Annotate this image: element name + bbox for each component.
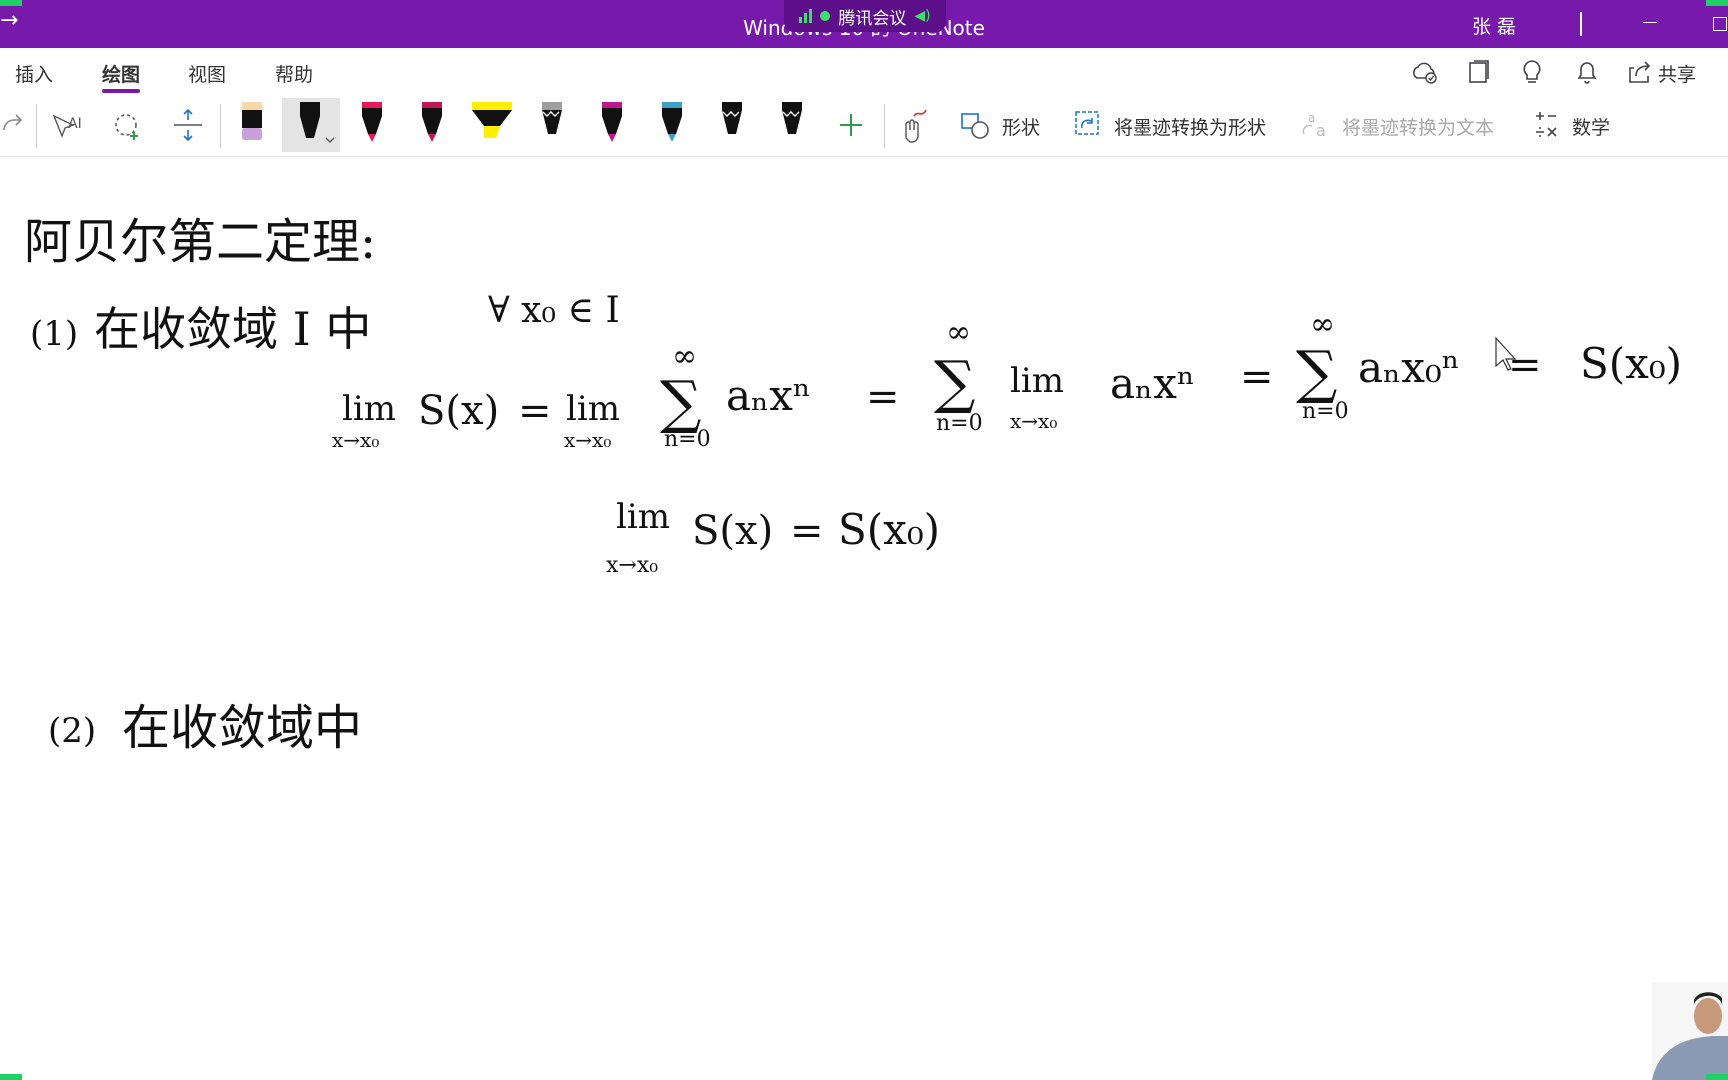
eq1-sum-2: ∑ xyxy=(934,348,975,416)
handwritten-notes: 阿贝尔第二定理: (1) 在收敛域 I 中 ∀ x₀ ∈ I lim x→x₀ … xyxy=(24,214,1682,756)
eq1-term-3: aₙx₀ⁿ xyxy=(1358,343,1460,392)
eq1-sum-1: ∑ xyxy=(660,368,701,436)
eq1-lim-2-sub: x→x₀ xyxy=(564,428,611,452)
webcam-thumbnail xyxy=(1652,982,1728,1080)
eq2-lhs: S(x) xyxy=(692,508,773,554)
eq1-equals-2: = xyxy=(866,374,900,420)
eq1-s-of-x: S(x) xyxy=(418,388,499,434)
corner-marker-bottom-left xyxy=(0,1074,22,1080)
eq1-lim-2: lim xyxy=(566,389,620,429)
eq1-sum-3-top: ∞ xyxy=(1310,307,1335,342)
eq1-sum-1-bottom: n=0 xyxy=(664,427,711,452)
eq1-sum-2-bottom: n=0 xyxy=(936,411,983,436)
eq1-term-2: aₙxⁿ xyxy=(1110,359,1195,408)
eq1-term-1: aₙxⁿ xyxy=(726,371,811,420)
eq1-equals-1: = xyxy=(518,388,552,434)
item1-text: 在收敛域 I 中 xyxy=(94,302,371,356)
eq2-rhs: S(x₀) xyxy=(838,505,940,554)
eq1-lim-3: lim xyxy=(1010,361,1064,401)
heading-text: 阿贝尔第二定理: xyxy=(24,214,376,270)
eq1-lim-3-sub: x→x₀ xyxy=(1010,409,1057,433)
eq1-lim-1: lim xyxy=(342,389,396,429)
item2-prefix: (2) xyxy=(48,711,96,751)
eq2-lim: lim xyxy=(616,497,670,537)
eq1-sum-3: ∑ xyxy=(1296,338,1337,406)
eq1-sum-2-top: ∞ xyxy=(946,315,971,350)
eq1-result: S(x₀) xyxy=(1580,339,1682,388)
corner-marker-bottom-right xyxy=(1706,1074,1728,1080)
item1-prefix: (1) xyxy=(30,314,78,354)
item1-condition: ∀ x₀ ∈ I xyxy=(488,290,620,331)
eq1-sum-3-bottom: n=0 xyxy=(1302,399,1349,424)
eq1-equals-3: = xyxy=(1240,354,1274,400)
item2-text: 在收敛域中 xyxy=(122,700,362,756)
eq2-lim-sub: x→x₀ xyxy=(606,553,658,578)
eq2-equals: = xyxy=(790,508,824,554)
eq1-lim-1-sub: x→x₀ xyxy=(332,428,379,452)
eq1-equals-4: = xyxy=(1508,342,1542,388)
